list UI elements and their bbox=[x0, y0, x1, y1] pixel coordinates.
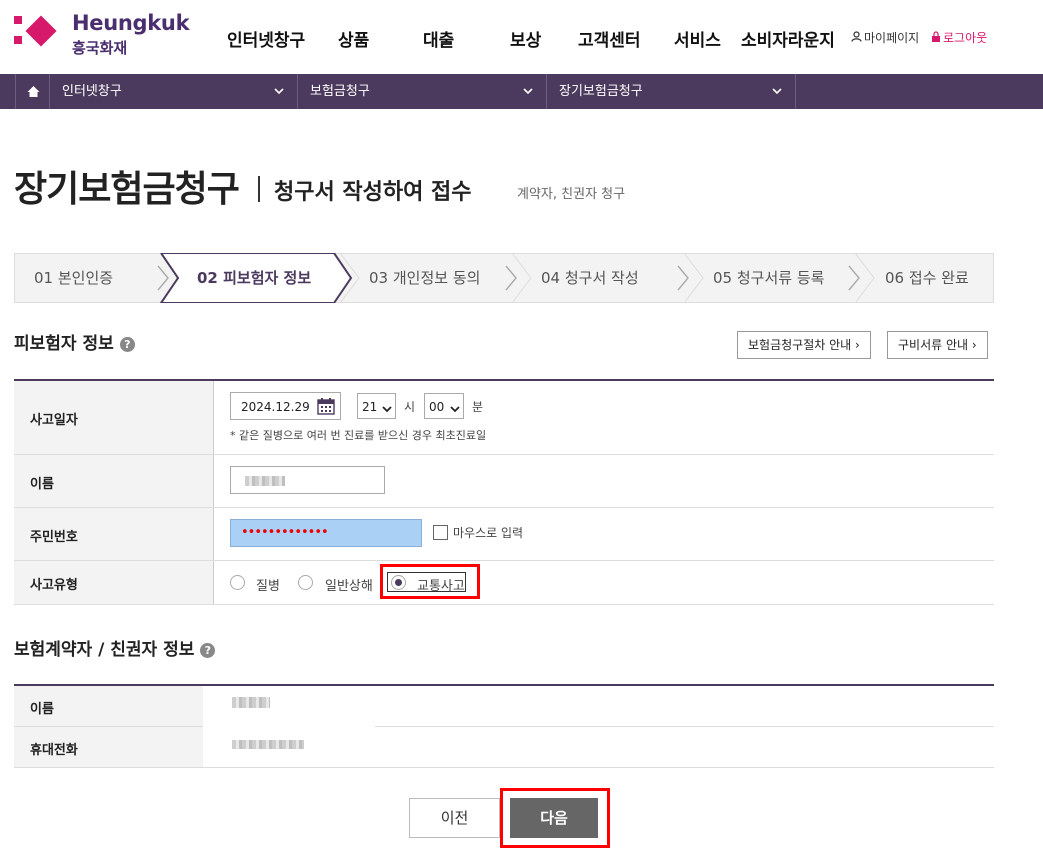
rrn-label: 주민번호 bbox=[30, 530, 78, 545]
chevron-down-icon bbox=[382, 402, 392, 416]
row-header-rrn: 주민번호 bbox=[14, 508, 214, 560]
row-header-name: 이름 bbox=[14, 455, 214, 507]
insured-section-title: 피보험자 정보? bbox=[14, 329, 135, 354]
breadcrumb-label: 인터넷창구 bbox=[62, 84, 122, 99]
gnb-item-customer-center[interactable]: 고객센터 bbox=[578, 26, 641, 51]
title-divider bbox=[258, 176, 260, 202]
site-header: Heungkuk 흥국화재 인터넷창구 상품 대출 보상 고객센터 서비스 소비… bbox=[0, 0, 1043, 74]
gnb-item-service[interactable]: 서비스 bbox=[674, 26, 721, 51]
step-6: 06 접수 완료 bbox=[885, 269, 969, 287]
highlight-box bbox=[380, 564, 480, 599]
minute-value: 00 bbox=[429, 400, 445, 414]
redacted-holder-phone bbox=[232, 740, 304, 749]
minute-unit: 분 bbox=[472, 400, 484, 414]
home-button[interactable] bbox=[15, 74, 50, 109]
lock-icon bbox=[931, 31, 941, 45]
mypage-link[interactable]: 마이페이지 bbox=[851, 29, 919, 46]
redacted-name bbox=[245, 476, 285, 486]
minute-select[interactable]: 00 bbox=[424, 393, 464, 419]
gnb-item-internet-window[interactable]: 인터넷창구 bbox=[227, 26, 305, 51]
breadcrumb-select-3[interactable]: 장기보험금청구 bbox=[547, 74, 796, 109]
radio-disease[interactable] bbox=[230, 575, 245, 590]
gnb-item-products[interactable]: 상품 bbox=[338, 26, 369, 51]
hour-value: 21 bbox=[362, 400, 378, 414]
rrn-input[interactable]: ••••••••••••• bbox=[230, 519, 422, 547]
chevron-down-icon bbox=[771, 74, 783, 123]
brand-name-ko: 흥국화재 bbox=[72, 39, 128, 57]
page-subtitle: 청구서 작성하여 접수 bbox=[274, 180, 472, 205]
radio-general-injury[interactable] bbox=[298, 575, 313, 590]
step-3: 03 개인정보 동의 bbox=[369, 269, 481, 287]
logo-mark-icon bbox=[14, 15, 62, 52]
gnb-item-loan[interactable]: 대출 bbox=[423, 26, 454, 51]
prev-button[interactable]: 이전 bbox=[409, 798, 500, 838]
gnb-item-consumer-lounge[interactable]: 소비자라운지 bbox=[741, 26, 835, 51]
page-note: 계약자, 친권자 청구 bbox=[517, 187, 626, 202]
holder-phone-label: 휴대전화 bbox=[30, 743, 78, 758]
breadcrumb-label: 보험금청구 bbox=[310, 84, 370, 99]
rrn-masked-value: ••••••••••••• bbox=[241, 525, 329, 540]
brand-name-en: Heungkuk bbox=[72, 11, 190, 35]
row-header-holder-phone: 휴대전화 bbox=[14, 727, 203, 767]
breadcrumb-select-2[interactable]: 보험금청구 bbox=[298, 74, 547, 109]
row-header-accident-date: 사고일자 bbox=[14, 381, 214, 454]
chevron-down-icon bbox=[522, 74, 534, 123]
mypage-label: 마이페이지 bbox=[864, 31, 920, 45]
breadcrumb-select-1[interactable]: 인터넷창구 bbox=[50, 74, 298, 109]
hour-select[interactable]: 21 bbox=[357, 393, 396, 419]
holder-name-label: 이름 bbox=[30, 702, 54, 717]
holder-section-title-text: 보험계약자 / 친권자 정보 bbox=[14, 640, 195, 660]
page-title: 장기보험금청구 bbox=[14, 169, 240, 210]
highlight-box bbox=[500, 788, 610, 848]
logout-label: 로그아웃 bbox=[943, 31, 988, 45]
step-1: 01 본인인증 bbox=[34, 269, 114, 287]
mouse-input-checkbox[interactable] bbox=[433, 525, 448, 540]
redacted-holder-name bbox=[232, 697, 270, 708]
holder-section-title: 보험계약자 / 친권자 정보? bbox=[14, 635, 216, 660]
home-icon bbox=[27, 86, 40, 97]
radio-disease-label: 질병 bbox=[256, 579, 280, 594]
row-divider bbox=[14, 767, 994, 768]
brand-logo[interactable]: Heungkuk 흥국화재 bbox=[14, 11, 190, 59]
gnb-item-compensation[interactable]: 보상 bbox=[510, 26, 541, 51]
accident-date-input[interactable]: 2024.12.29 bbox=[230, 392, 341, 420]
name-label: 이름 bbox=[30, 477, 54, 492]
row-divider bbox=[14, 604, 994, 605]
insured-name-input[interactable] bbox=[230, 466, 385, 494]
mouse-input-label: 마우스로 입력 bbox=[453, 526, 524, 540]
logout-link[interactable]: 로그아웃 bbox=[931, 29, 987, 46]
row-header-holder-name: 이름 bbox=[14, 686, 203, 726]
accident-date-value: 2024.12.29 bbox=[241, 400, 310, 414]
step-5: 05 청구서류 등록 bbox=[713, 269, 825, 287]
chevron-down-icon bbox=[450, 402, 460, 416]
step-arrows bbox=[157, 253, 875, 303]
step-progress: 01 본인인증 02 피보험자 정보 03 개인정보 동의 04 청구서 작성 … bbox=[14, 253, 994, 303]
accident-type-label: 사고유형 bbox=[30, 578, 78, 593]
required-documents-guide-button[interactable]: 구비서류 안내 › bbox=[887, 331, 988, 359]
accident-date-note: * 같은 질병으로 여러 번 진료를 받으신 경우 최초진료일 bbox=[230, 429, 487, 442]
help-icon[interactable]: ? bbox=[200, 643, 216, 658]
person-icon bbox=[851, 31, 862, 45]
breadcrumb: 인터넷창구 보험금청구 장기보험금청구 bbox=[0, 74, 1043, 109]
chevron-down-icon bbox=[273, 74, 285, 123]
radio-general-injury-label: 일반상해 bbox=[325, 579, 373, 594]
claim-procedure-guide-button[interactable]: 보험금청구절차 안내 › bbox=[737, 331, 871, 359]
row-header-accident-type: 사고유형 bbox=[14, 561, 214, 604]
hour-unit: 시 bbox=[404, 400, 416, 414]
accident-date-label: 사고일자 bbox=[30, 413, 78, 428]
calendar-icon[interactable] bbox=[317, 397, 335, 418]
breadcrumb-label: 장기보험금청구 bbox=[559, 84, 643, 99]
step-2-active: 02 피보험자 정보 bbox=[197, 269, 312, 287]
insured-section-title-text: 피보험자 정보 bbox=[14, 334, 114, 354]
step-4: 04 청구서 작성 bbox=[541, 269, 639, 287]
help-icon[interactable]: ? bbox=[119, 337, 135, 352]
